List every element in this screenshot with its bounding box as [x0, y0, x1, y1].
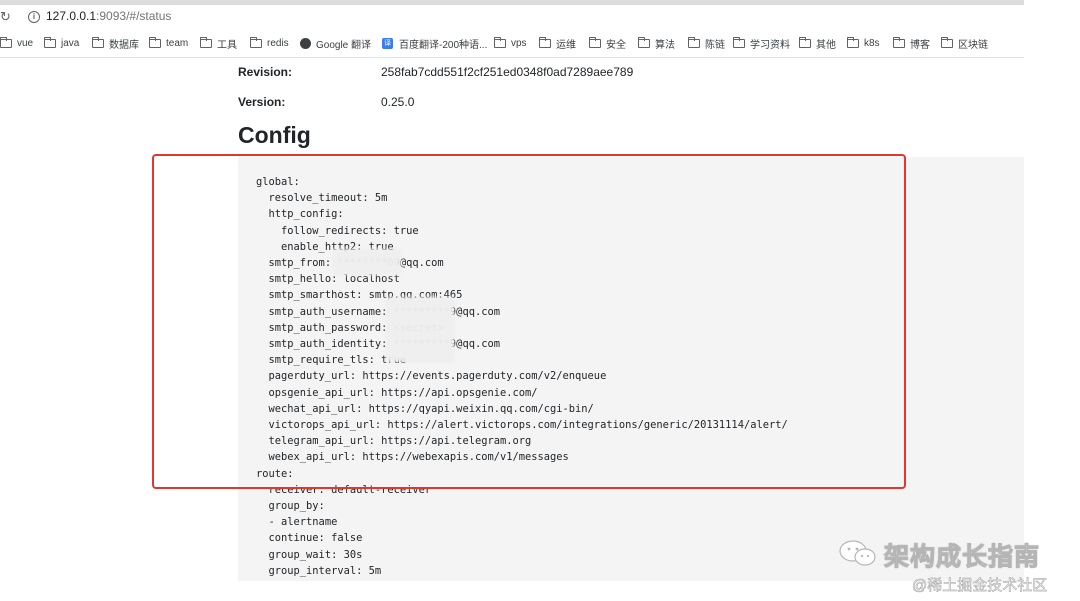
- revision-value: 258fab7cdd551f2cf251ed0348f0ad7289aee789: [381, 65, 634, 79]
- bookmark-item[interactable]: 数据库: [92, 35, 139, 51]
- bookmark-item[interactable]: Google 翻译: [300, 35, 371, 51]
- baidu-icon: 译: [382, 37, 393, 49]
- config-title: Config: [238, 122, 311, 148]
- config-line: - alertname: [256, 516, 338, 529]
- config-line: group_interval: 5m: [256, 564, 382, 577]
- folder-icon: [941, 36, 953, 48]
- bookmark-label: 安全: [606, 39, 626, 51]
- bookmark-item[interactable]: 其他: [799, 35, 836, 51]
- config-yaml: global: resolve_timeout: 5m http_config:…: [256, 174, 788, 579]
- url-path: :9093/#/status: [96, 9, 172, 23]
- bookmark-label: Google 翻译: [316, 39, 372, 51]
- bookmark-item[interactable]: 安全: [589, 35, 626, 51]
- folder-icon: [149, 36, 161, 48]
- config-line: group_by:: [256, 500, 325, 513]
- folder-icon: [92, 36, 104, 48]
- bookmark-label: 博客: [910, 39, 930, 51]
- config-line: webex_api_url: https://webexapis.com/v1/…: [256, 451, 569, 464]
- redaction-blur: [386, 297, 454, 362]
- config-line: smtp_require_tls: true: [256, 354, 407, 367]
- bookmark-label: 其他: [816, 39, 836, 51]
- config-line: smtp_hello: localhost: [256, 273, 400, 286]
- bookmark-label: vue: [17, 37, 34, 49]
- redaction-blur: [333, 249, 401, 275]
- bookmarks-bar: vue java 数据库 team 工具 redis Google 翻译译百度翻译-200种…: [0, 35, 1024, 51]
- watermark-title: 架构成长指南: [883, 543, 1041, 572]
- config-line: opsgenie_api_url: https://api.opsgenie.c…: [256, 386, 538, 399]
- site-info-icon[interactable]: i: [28, 11, 40, 23]
- folder-icon: [494, 36, 506, 48]
- folder-icon: [44, 36, 56, 48]
- config-line: receiver: default-receiver: [256, 483, 432, 496]
- folder-icon: [0, 36, 12, 48]
- folder-icon: [893, 36, 905, 48]
- version-value: 0.25.0: [381, 95, 415, 109]
- bookmark-item[interactable]: team: [149, 35, 188, 51]
- config-line: smtp_auth_username: *********9@qq.com: [256, 305, 500, 318]
- bookmark-label: 学习资料: [750, 39, 790, 51]
- bookmark-label: k8s: [864, 37, 880, 49]
- browser-chrome: ↻ i 127.0.0.1:9093/#/status vue java 数据库 te…: [0, 0, 1024, 58]
- config-line: group_wait: 30s: [256, 548, 363, 561]
- bookmark-item[interactable]: vps: [494, 35, 527, 51]
- folder-icon: [847, 36, 859, 48]
- bookmark-item[interactable]: vue: [0, 35, 33, 51]
- address-bar[interactable]: 127.0.0.1:9093/#/status: [46, 9, 171, 23]
- config-line: telegram_api_url: https://api.telegram.o…: [256, 435, 532, 448]
- tab-strip: [0, 0, 1024, 5]
- bookmark-item[interactable]: 工具: [200, 35, 237, 51]
- bookmark-item[interactable]: 区块链: [941, 35, 988, 51]
- bookmark-item[interactable]: 算法: [638, 35, 675, 51]
- url-host: 127.0.0.1: [46, 9, 97, 23]
- config-line: victorops_api_url: https://alert.victoro…: [256, 419, 788, 432]
- bookmark-label: 百度翻译-200种语...: [399, 39, 488, 51]
- bookmark-item[interactable]: redis: [250, 35, 289, 51]
- config-line: continue: false: [256, 532, 363, 545]
- bookmark-label: 陈链: [705, 39, 725, 51]
- bookmark-label: 数据库: [109, 39, 139, 51]
- bookmark-label: team: [166, 37, 189, 49]
- watermark-subtitle: @稀土掘金技术社区: [912, 577, 1048, 595]
- bookmark-item[interactable]: 博客: [893, 35, 930, 51]
- folder-icon: [733, 36, 745, 48]
- folder-icon: [799, 36, 811, 48]
- bookmark-label: 工具: [217, 39, 237, 51]
- config-line: wechat_api_url: https://qyapi.weixin.qq.…: [256, 402, 594, 415]
- config-line: http_config:: [256, 208, 344, 221]
- config-line: follow_redirects: true: [256, 224, 419, 237]
- config-line: smtp_auth_identity: *********9@qq.com: [256, 338, 500, 351]
- folder-icon: [688, 36, 700, 48]
- bookmark-label: 算法: [655, 39, 675, 51]
- bookmark-label: java: [61, 37, 80, 49]
- bookmark-item[interactable]: 学习资料: [733, 35, 790, 51]
- bookmark-item[interactable]: 译百度翻译-200种语...: [382, 35, 487, 51]
- config-line: resolve_timeout: 5m: [256, 192, 388, 205]
- bookmark-label: 区块链: [958, 39, 988, 51]
- folder-icon: [638, 36, 650, 48]
- reload-icon[interactable]: ↻: [0, 10, 12, 24]
- folder-icon: [589, 36, 601, 48]
- globe-icon: [300, 37, 311, 49]
- folder-icon: [539, 36, 551, 48]
- bookmark-label: 运维: [556, 39, 576, 51]
- wechat-icon: [839, 540, 876, 566]
- bookmark-label: redis: [267, 37, 289, 49]
- config-line: global:: [256, 176, 300, 188]
- bookmark-item[interactable]: java: [44, 35, 79, 51]
- config-line: route:: [256, 467, 294, 480]
- bookmark-label: vps: [511, 37, 527, 49]
- revision-label: Revision:: [238, 65, 293, 79]
- folder-icon: [200, 36, 212, 48]
- bookmark-item[interactable]: 运维: [539, 35, 576, 51]
- folder-icon: [250, 36, 262, 48]
- bookmark-item[interactable]: 陈链: [688, 35, 725, 51]
- version-label: Version:: [238, 95, 286, 109]
- config-line: pagerduty_url: https://events.pagerduty.…: [256, 370, 607, 383]
- bookmark-item[interactable]: k8s: [847, 35, 880, 51]
